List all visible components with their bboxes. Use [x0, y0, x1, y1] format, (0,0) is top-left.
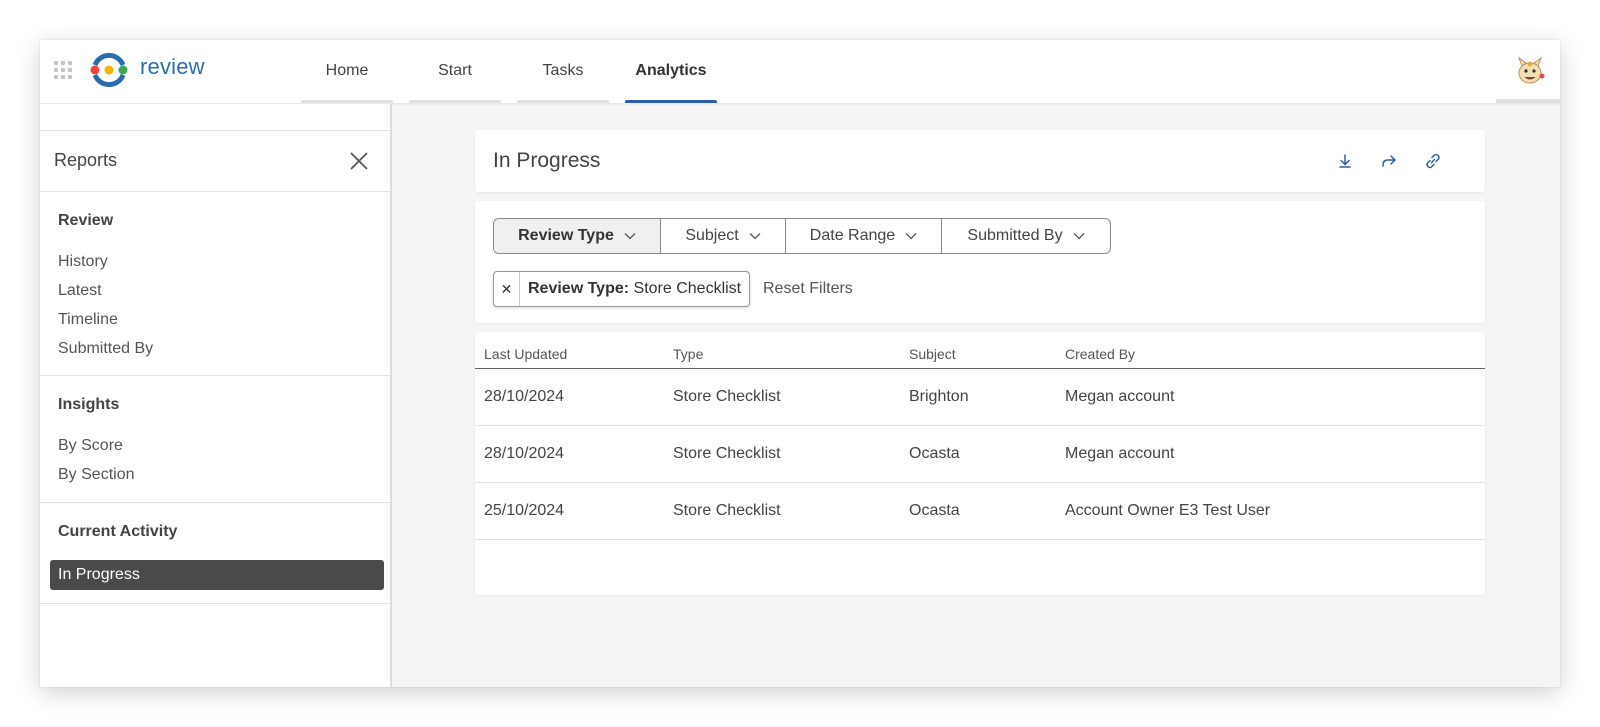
avatar-indicator	[1496, 99, 1560, 103]
sidebar-section-insights: Insights By Score By Section	[40, 376, 390, 503]
sidebar-item-submitted-by[interactable]: Submitted By	[58, 340, 153, 358]
filter-button-group: Review Type Subject Date Range Submitted…	[493, 218, 1111, 254]
reset-filters-button[interactable]: Reset Filters	[763, 280, 853, 298]
brand-name: review	[140, 54, 205, 79]
filter-label: Subject	[685, 227, 739, 244]
results-table: Last Updated Type Subject Created By 28/…	[475, 332, 1485, 540]
cell-type: Store Checklist	[673, 425, 909, 483]
report-header: In Progress	[475, 130, 1485, 192]
nav-indicator-active	[625, 100, 717, 104]
sidebar-item-history[interactable]: History	[58, 253, 108, 271]
app-window: review Home Start Tasks Analytics Report…	[40, 40, 1560, 687]
table-row[interactable]: 28/10/2024 Store Checklist Brighton Mega…	[475, 368, 1485, 426]
active-filter-chip: ✕ Review Type: Store Checklist	[493, 271, 751, 307]
cell-created-by: Account Owner E3 Test User	[1065, 482, 1485, 540]
cell-last-updated: 28/10/2024	[475, 425, 673, 483]
table-row[interactable]: 28/10/2024 Store Checklist Ocasta Megan …	[475, 425, 1485, 483]
cell-created-by: Megan account	[1065, 368, 1485, 426]
column-subject[interactable]: Subject	[909, 332, 1065, 369]
nav-indicator	[517, 100, 609, 104]
filter-date-range[interactable]: Date Range	[786, 219, 942, 253]
sidebar-section-review: Review History Latest Timeline Submitted…	[40, 192, 390, 376]
nav-tasks-label: Tasks	[542, 62, 584, 79]
share-icon[interactable]	[1380, 152, 1398, 170]
sidebar-item-in-progress[interactable]: In Progress	[50, 560, 384, 590]
sidebar-item-latest[interactable]: Latest	[58, 282, 102, 300]
filter-subject[interactable]: Subject	[661, 219, 786, 253]
filter-submitted-by[interactable]: Submitted By	[942, 219, 1110, 253]
chip-value: Store Checklist	[633, 280, 742, 297]
cell-type: Store Checklist	[673, 482, 909, 540]
cell-last-updated: 25/10/2024	[475, 482, 673, 540]
nav-tasks[interactable]: Tasks	[509, 40, 617, 104]
nav-analytics-label: Analytics	[635, 62, 707, 79]
page-title: In Progress	[493, 149, 601, 172]
cell-type: Store Checklist	[673, 368, 909, 426]
reports-sidebar: Reports Review History Latest Timeline S…	[40, 104, 392, 687]
chevron-down-icon	[624, 233, 636, 240]
filter-panel: Review Type Subject Date Range Submitted…	[475, 201, 1485, 323]
column-type[interactable]: Type	[673, 332, 909, 369]
review-logo-icon[interactable]	[89, 51, 129, 89]
chevron-down-icon	[905, 233, 917, 240]
table-header-row: Last Updated Type Subject Created By	[475, 332, 1485, 369]
cell-last-updated: 28/10/2024	[475, 368, 673, 426]
filter-review-type[interactable]: Review Type	[494, 219, 661, 253]
sidebar-heading: Current Activity	[58, 523, 178, 540]
column-created-by[interactable]: Created By	[1065, 332, 1485, 369]
results-table-card: Last Updated Type Subject Created By 28/…	[475, 332, 1485, 595]
nav-analytics[interactable]: Analytics	[617, 40, 725, 104]
sidebar-heading: Insights	[58, 396, 120, 413]
nav-start[interactable]: Start	[401, 40, 509, 104]
link-icon[interactable]	[1424, 152, 1442, 170]
top-navigation-bar: review Home Start Tasks Analytics	[40, 40, 1560, 106]
sidebar-item-by-score[interactable]: By Score	[58, 437, 123, 455]
cell-subject: Ocasta	[909, 482, 1065, 540]
filter-label: Review Type	[518, 227, 614, 244]
apps-grid-icon[interactable]	[54, 61, 72, 79]
column-last-updated[interactable]: Last Updated	[475, 332, 673, 369]
sidebar-heading: Review	[58, 212, 114, 229]
main-nav: Home Start Tasks Analytics	[293, 40, 725, 104]
nav-home-label: Home	[325, 62, 369, 79]
chip-key: Review Type:	[528, 280, 630, 297]
table-row[interactable]: 25/10/2024 Store Checklist Ocasta Accoun…	[475, 482, 1485, 540]
nav-indicator	[409, 100, 501, 104]
sidebar-item-by-section[interactable]: By Section	[58, 466, 134, 484]
nav-home[interactable]: Home	[293, 40, 401, 104]
close-icon[interactable]	[348, 150, 370, 172]
sidebar-section-current-activity: Current Activity In Progress	[40, 503, 390, 604]
chip-text: Review Type: Store Checklist	[520, 280, 749, 298]
cell-subject: Brighton	[909, 368, 1065, 426]
remove-filter-button[interactable]: ✕	[494, 272, 520, 306]
sidebar-header: Reports	[40, 130, 390, 192]
cell-created-by: Megan account	[1065, 425, 1485, 483]
chevron-down-icon	[749, 233, 761, 240]
sidebar-title: Reports	[54, 150, 118, 170]
chevron-down-icon	[1073, 233, 1085, 240]
user-avatar[interactable]	[1514, 54, 1546, 86]
cell-subject: Ocasta	[909, 425, 1065, 483]
filter-label: Date Range	[809, 227, 896, 244]
filter-label: Submitted By	[967, 227, 1063, 244]
nav-start-label: Start	[438, 62, 472, 79]
sidebar-item-timeline[interactable]: Timeline	[58, 311, 118, 329]
download-icon[interactable]	[1336, 152, 1354, 170]
